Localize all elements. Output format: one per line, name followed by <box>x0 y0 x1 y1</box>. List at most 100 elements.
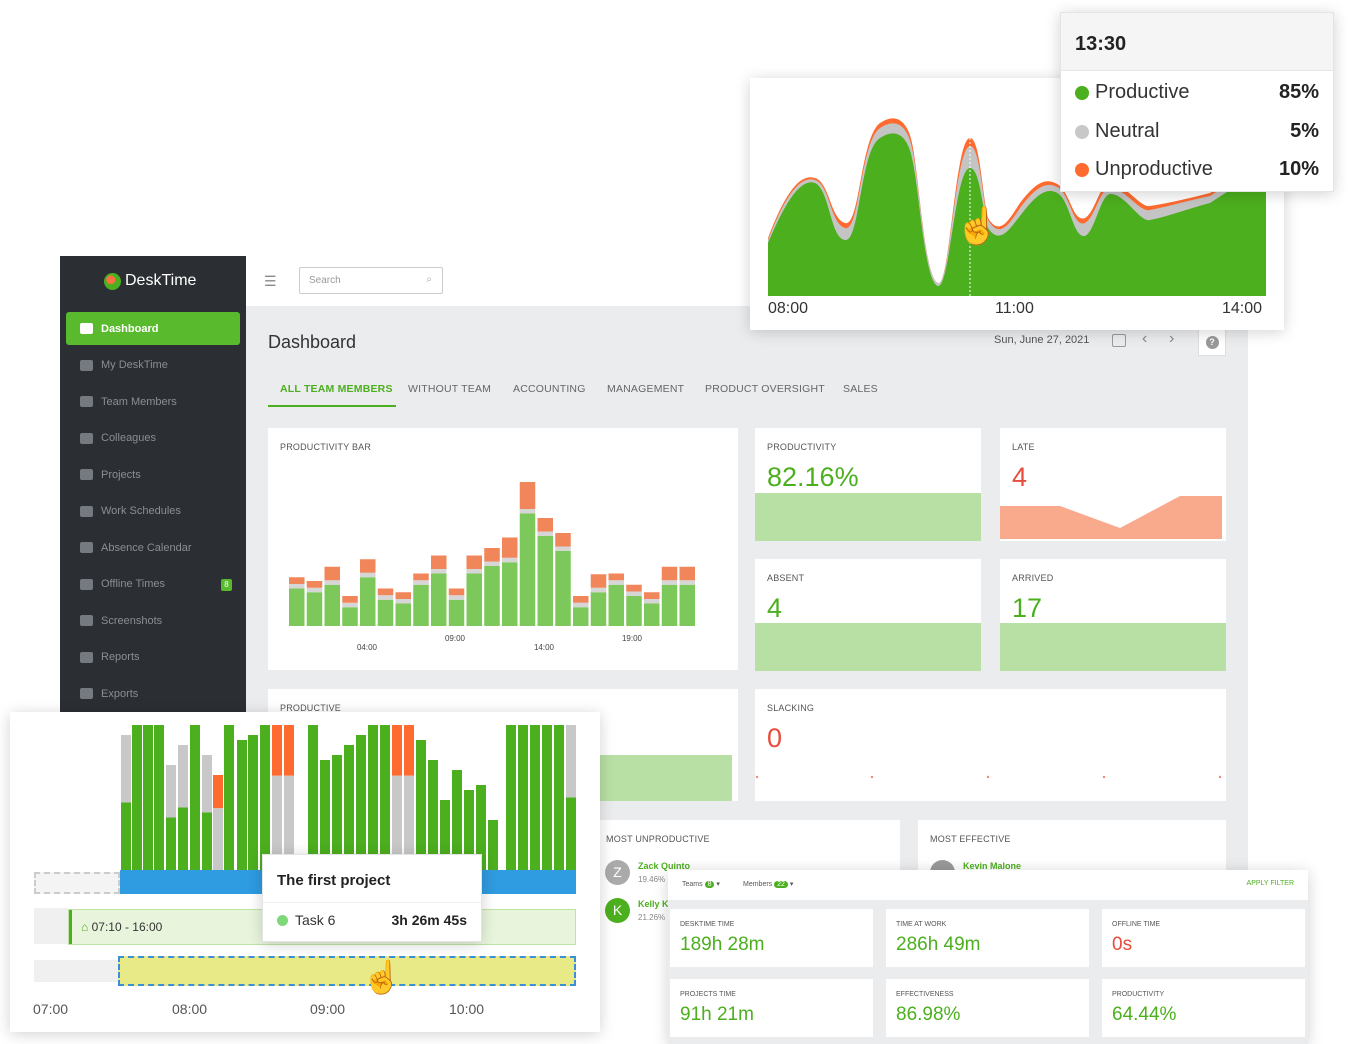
stats-filter-bar: Teams 8 ▾ Members 22 ▾ APPLY FILTER <box>668 870 1308 900</box>
unproductive-bar <box>272 725 282 776</box>
person-percent: 19.46% <box>638 875 666 884</box>
arrived-fill <box>1000 623 1226 671</box>
productive-bar <box>332 755 342 870</box>
sidebar-item-screenshots[interactable]: Screenshots <box>66 604 240 637</box>
x-tick-label: 14:00 <box>1222 300 1263 317</box>
tab-management[interactable]: MANAGEMENT <box>607 383 684 395</box>
productivity-bar-card: PRODUCTIVITY BAR 04:00 09:00 14:00 19:00 <box>268 428 738 670</box>
productive-bar <box>566 797 576 870</box>
productive-bar <box>154 725 164 870</box>
home-icon: ⌂ <box>81 920 89 934</box>
tooltip-header: The first project <box>263 855 481 903</box>
x-tick-label: 08:00 <box>768 300 809 317</box>
neutral-bar <box>431 569 447 574</box>
neutral-bar <box>202 755 212 813</box>
page-title: Dashboard <box>268 332 357 352</box>
sidebar-item-absence-calendar[interactable]: Absence Calendar <box>66 531 240 564</box>
sidebar-item-reports[interactable]: Reports <box>66 641 240 674</box>
unproductive-bar <box>342 596 358 603</box>
members-filter[interactable]: Members 22 ▾ <box>743 880 793 888</box>
unproductive-bar <box>608 573 624 581</box>
neutral-bar <box>466 569 482 574</box>
tooltip-title: The first project <box>277 872 391 889</box>
sidebar-item-projects[interactable]: Projects <box>66 458 240 491</box>
card-label: ARRIVED <box>1012 573 1054 583</box>
sidebar-item-team-members[interactable]: Team Members <box>66 385 240 418</box>
x-tick-label: 04:00 <box>357 643 378 652</box>
sidebar-item-dashboard[interactable]: Dashboard <box>66 312 240 345</box>
productive-bar <box>356 735 366 870</box>
neutral-bar <box>289 584 305 589</box>
search-icon[interactable]: ⌕ <box>426 274 432 285</box>
avatar[interactable]: K <box>605 898 630 923</box>
sidebar-item-colleagues[interactable]: Colleagues <box>66 422 240 455</box>
avatar[interactable]: Z <box>605 860 630 885</box>
productive-bar <box>519 513 536 626</box>
calendar-icon <box>80 542 93 553</box>
productive-bar <box>416 740 426 870</box>
productive-bar <box>306 592 323 626</box>
productive-bar <box>344 745 354 870</box>
productive-bar <box>555 551 571 626</box>
search-input[interactable]: Search ⌕ <box>299 267 443 294</box>
neutral-bar <box>555 546 571 551</box>
sidebar-item-label: Offline Times <box>101 578 165 590</box>
tab-accounting[interactable]: ACCOUNTING <box>513 383 586 395</box>
calendar-icon[interactable] <box>1112 334 1126 347</box>
apply-filter-button[interactable]: APPLY FILTER <box>1247 880 1294 887</box>
offline-count-badge: 8 <box>221 578 232 591</box>
neutral-bar <box>502 557 518 563</box>
legend-dot <box>1075 124 1089 139</box>
productivity-value: 82.16% <box>767 462 859 492</box>
sidebar-item-work-schedules[interactable]: Work Schedules <box>66 495 240 528</box>
teams-label: Teams <box>682 881 703 888</box>
legend-dot <box>1075 86 1089 100</box>
sidebar-item-offline-times[interactable]: Offline Times 8 <box>66 568 240 601</box>
user-circle-icon <box>80 432 93 444</box>
teams-filter[interactable]: Teams 8 ▾ <box>682 880 720 888</box>
neutral-bar <box>213 808 223 870</box>
unproductive-bar <box>392 725 402 776</box>
search-placeholder: Search <box>309 275 341 286</box>
unproductive-bar <box>502 537 518 558</box>
neutral-bar <box>342 602 358 608</box>
tooltip-row-label: Productive <box>1095 81 1190 103</box>
tab-all-team-members[interactable]: ALL TEAM MEMBERS <box>280 383 393 395</box>
neutral-bar <box>413 580 429 585</box>
sidebar-item-label: Reports <box>101 651 140 663</box>
briefcase-icon <box>80 505 93 517</box>
stat-card: PROJECTS TIME 91h 21m <box>670 979 873 1037</box>
sidebar-item-label: My DeskTime <box>101 359 168 371</box>
neutral-bar <box>626 591 642 596</box>
sidebar-item-label: Work Schedules <box>101 505 181 517</box>
tab-sales[interactable]: SALES <box>843 383 878 395</box>
desktime-logo[interactable]: DeskTime <box>104 272 196 290</box>
neutral-bar <box>484 561 500 566</box>
sidebar-item-label: Dashboard <box>101 322 159 335</box>
productive-bar <box>590 592 607 626</box>
productive-bar <box>224 725 234 870</box>
productive-bar <box>488 820 498 870</box>
tab-product-oversight[interactable]: PRODUCT OVERSIGHT <box>705 383 825 395</box>
stat-card: PRODUCTIVITY 64.44% <box>1102 979 1305 1037</box>
project-bar[interactable] <box>118 956 576 986</box>
productive-bar <box>554 725 564 870</box>
schedule-marker <box>69 910 72 944</box>
neutral-bar <box>395 599 411 604</box>
productive-bar <box>466 573 482 626</box>
productive-bar <box>448 599 465 626</box>
clock-icon <box>80 578 93 590</box>
productive-bar <box>395 603 411 626</box>
sidebar-item-exports[interactable]: Exports <box>66 677 240 710</box>
stat-value: 189h 28m <box>680 934 765 955</box>
menu-icon[interactable]: ☰ <box>264 273 278 290</box>
stat-card: DESKTIME TIME 189h 28m <box>670 909 873 967</box>
active-tab-indicator <box>268 405 396 407</box>
sidebar-item-my-desktime[interactable]: My DeskTime <box>66 349 240 382</box>
members-label: Members <box>743 881 773 888</box>
hand-cursor-icon: ☝ <box>955 205 1000 246</box>
productive-bar <box>506 725 516 870</box>
schedule-label: ⌂ 07:10 - 16:00 <box>81 920 162 934</box>
tab-without-team[interactable]: WITHOUT TEAM <box>408 383 491 395</box>
neutral-bar <box>519 509 536 514</box>
